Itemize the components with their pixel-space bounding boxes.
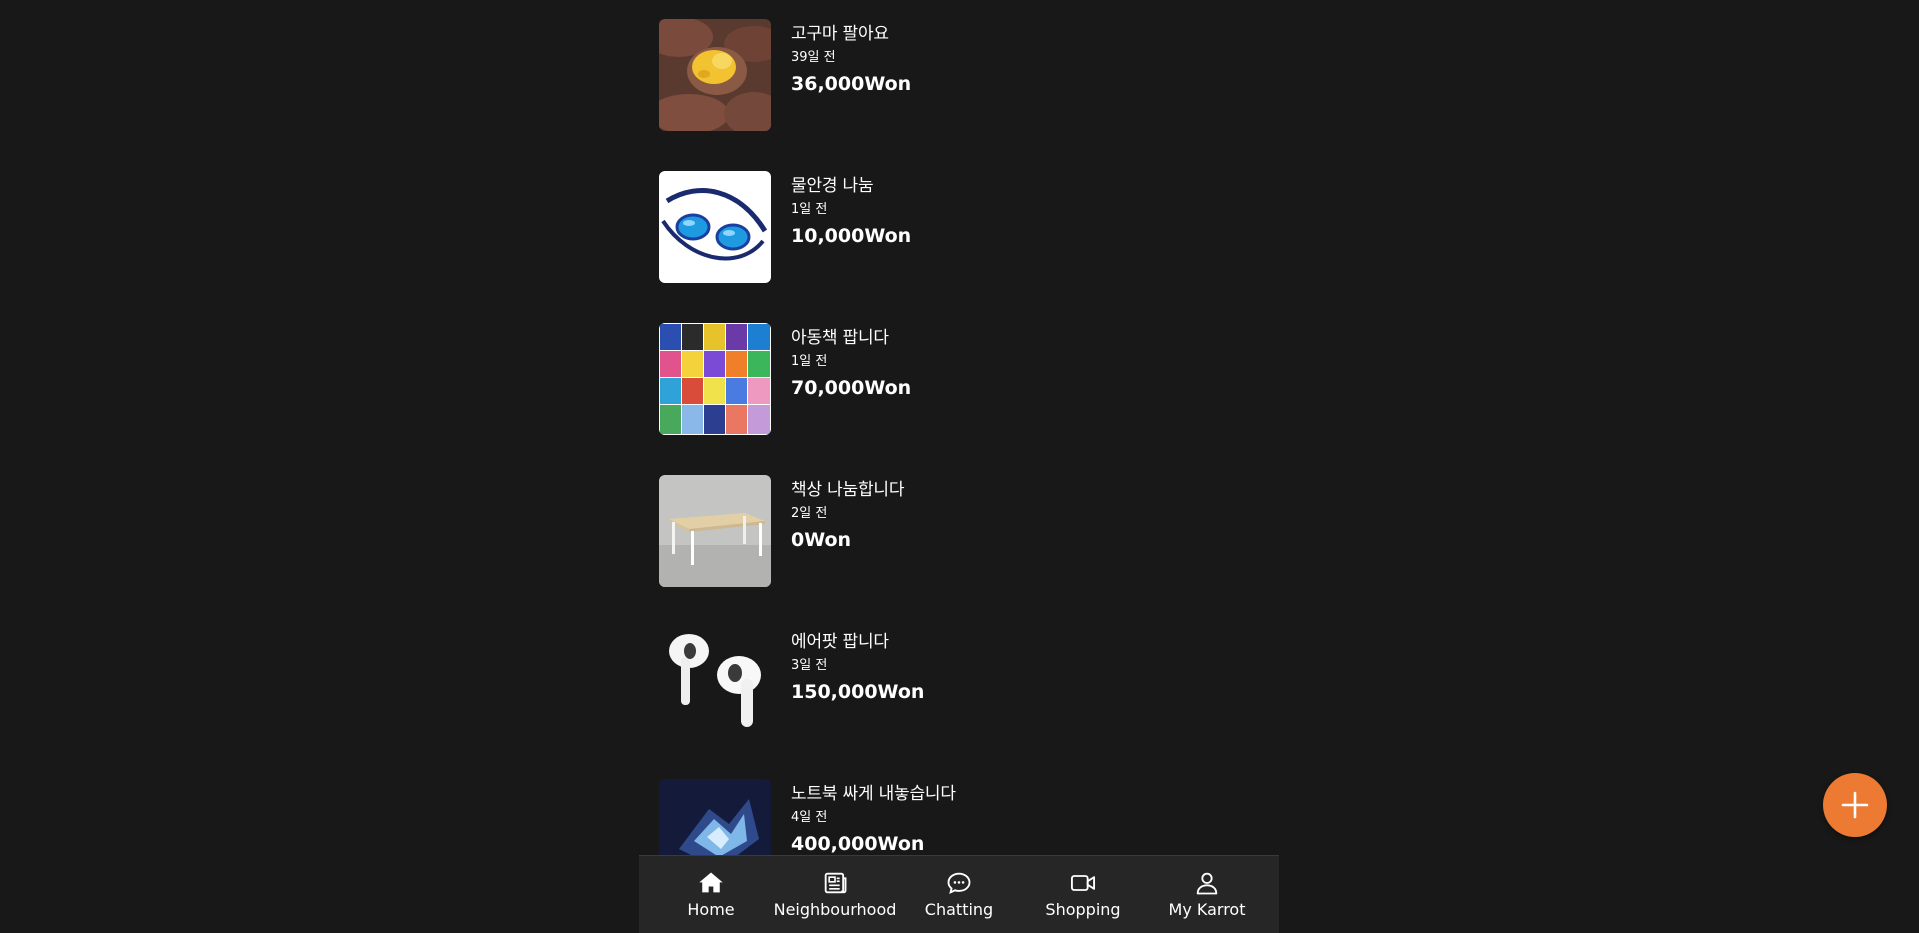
home-icon: [699, 872, 723, 892]
bottom-navigation: Home Neighbourhood Chatting Shopping My …: [639, 855, 1279, 933]
listing-title: 아동책 팝니다: [791, 328, 889, 348]
video-camera-icon: [1070, 874, 1096, 891]
listing-price: 0Won: [791, 529, 852, 551]
listing-title: 에어팟 팝니다: [791, 632, 889, 652]
listing-price: 36,000Won: [791, 73, 912, 95]
nav-home-label: Home: [687, 899, 735, 919]
listing-title: 물안경 나눔: [791, 176, 874, 196]
listing-title: 노트북 싸게 내놓습니다: [791, 784, 956, 804]
listing-item[interactable]: 물안경 나눔 1일 전 10,000Won: [659, 171, 1279, 283]
listing-item[interactable]: 노트북 싸게 내놓습니다 4일 전 400,000Won: [659, 779, 1279, 855]
laptop-image: [659, 779, 771, 855]
listing-age: 3일 전: [791, 658, 828, 673]
listing-title: 고구마 팔아요: [791, 24, 889, 44]
listing-age: 4일 전: [791, 810, 828, 825]
listing-feed[interactable]: 고구마 팔아요 39일 전 36,000Won 물안경 나눔 1일 전 10,0…: [659, 0, 1279, 855]
newspaper-icon: [824, 872, 847, 893]
sweet-potato-image: [659, 19, 771, 131]
plus-icon: [1841, 791, 1869, 819]
add-listing-button[interactable]: [1823, 773, 1887, 837]
listing-item[interactable]: 에어팟 팝니다 3일 전 150,000Won: [659, 627, 1279, 739]
listing-item[interactable]: 책상 나눔합니다 2일 전 0Won: [659, 475, 1279, 587]
listing-price: 70,000Won: [791, 377, 912, 399]
airpods-image: [659, 627, 771, 739]
listing-age: 39일 전: [791, 50, 836, 65]
listing-item[interactable]: 아동책 팝니다 1일 전 70,000Won: [659, 323, 1279, 435]
swim-goggles-image: [659, 171, 771, 283]
listing-price: 150,000Won: [791, 681, 925, 703]
nav-my-karrot[interactable]: My Karrot: [1147, 869, 1267, 921]
listing-age: 1일 전: [791, 354, 828, 369]
listing-title: 책상 나눔합니다: [791, 480, 905, 500]
nav-shopping[interactable]: Shopping: [1023, 869, 1143, 921]
listing-age: 2일 전: [791, 506, 828, 521]
nav-home[interactable]: Home: [651, 869, 771, 921]
user-icon: [1196, 872, 1218, 894]
desk-image: [659, 475, 771, 587]
listing-item[interactable]: 고구마 팔아요 39일 전 36,000Won: [659, 19, 1279, 131]
childrens-books-image: [659, 323, 771, 435]
nav-my-karrot-label: My Karrot: [1168, 899, 1246, 919]
listing-price: 10,000Won: [791, 225, 912, 247]
nav-neighbourhood[interactable]: Neighbourhood: [773, 869, 897, 921]
nav-neighbourhood-label: Neighbourhood: [773, 899, 897, 919]
chat-bubble-icon: [947, 872, 971, 894]
nav-chatting[interactable]: Chatting: [899, 869, 1019, 921]
listing-age: 1일 전: [791, 202, 828, 217]
listing-price: 400,000Won: [791, 833, 925, 855]
app-page: 고구마 팔아요 39일 전 36,000Won 물안경 나눔 1일 전 10,0…: [0, 0, 1919, 933]
nav-chatting-label: Chatting: [924, 899, 994, 919]
nav-shopping-label: Shopping: [1045, 899, 1121, 919]
